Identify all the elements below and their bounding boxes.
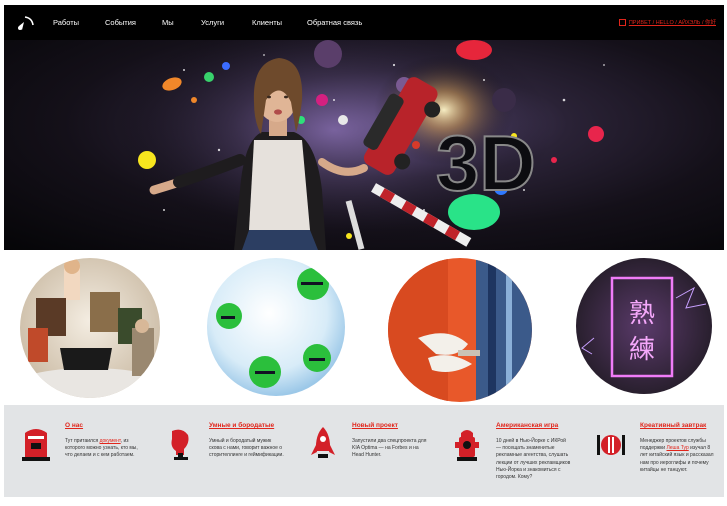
info-title-creative-breakfast[interactable]: Креативный завтрак bbox=[640, 422, 706, 429]
document-link[interactable]: документ bbox=[100, 438, 121, 444]
info-text-about-a: Тут притаился bbox=[65, 438, 100, 444]
lesha-tur-link[interactable]: Леша Тур bbox=[667, 445, 689, 451]
hero-banner[interactable]: 3D bbox=[4, 40, 724, 250]
neon-glyph-2: 練 bbox=[629, 335, 655, 365]
nav-item-services[interactable]: Услуги bbox=[201, 18, 224, 27]
info-col-new-project: Новый проект Запустили два спецпроекта д… bbox=[291, 405, 431, 497]
info-title-new-project[interactable]: Новый проект bbox=[352, 422, 398, 429]
info-section: О нас Тут притаился документ, из которог… bbox=[4, 405, 724, 497]
bubble-illustration bbox=[207, 258, 345, 396]
hero-3d-text: 3D bbox=[436, 119, 536, 207]
info-title-bearded[interactable]: Умные и бородатые bbox=[209, 422, 274, 429]
circle-mythology-collage[interactable] bbox=[20, 258, 160, 398]
info-col-creative-breakfast: Креативный завтрак Менеджер проектов слу… bbox=[579, 405, 719, 497]
info-col-about: О нас Тут притаился документ, из которог… bbox=[4, 405, 144, 497]
hero-illustration: 3D bbox=[114, 40, 605, 250]
info-text-bearded: Умный и бородатый мужик скова с нами, го… bbox=[209, 438, 284, 459]
nav-item-about[interactable]: Мы bbox=[162, 18, 174, 27]
info-text-new-project: Запустили два спецпроекта для KIA Optima… bbox=[352, 438, 427, 459]
info-text-american-game: 10 дней в Нью-Йорке с ИКРой — посещать з… bbox=[496, 438, 571, 481]
top-nav: Работы События Мы Услуги Клиенты Обратна… bbox=[4, 5, 724, 40]
bearded-head-icon bbox=[171, 429, 189, 460]
logo-icon[interactable] bbox=[16, 14, 36, 32]
circle-bubble-buttons[interactable] bbox=[207, 258, 345, 396]
neon-glyph-1: 熟 bbox=[629, 299, 655, 329]
circle-orange-hands[interactable] bbox=[388, 258, 532, 402]
info-title-about[interactable]: О нас bbox=[65, 422, 83, 429]
nav-item-feedback[interactable]: Обратная связь bbox=[307, 18, 362, 27]
nav-item-works[interactable]: Работы bbox=[53, 18, 79, 27]
language-icon bbox=[618, 19, 626, 27]
mailbox-icon bbox=[22, 429, 50, 461]
nav-item-events[interactable]: События bbox=[105, 18, 136, 27]
info-text-about: Тут притаился документ, из которого можн… bbox=[65, 438, 141, 460]
plate-cutlery-icon bbox=[597, 435, 625, 455]
language-links-text[interactable]: ПРИВЕТ / HELLO / АЙХЭЛЬ / 你好 bbox=[629, 20, 716, 26]
nav-item-clients[interactable]: Клиенты bbox=[252, 18, 282, 27]
info-title-american-game[interactable]: Американская игра bbox=[496, 422, 558, 429]
circle-neon-sign[interactable]: 熟 練 bbox=[576, 258, 712, 394]
info-text-creative-breakfast: Менеджер проектов службы поддержки Леша … bbox=[640, 438, 716, 474]
language-links[interactable]: ПРИВЕТ / HELLO / АЙХЭЛЬ / 你好 bbox=[618, 18, 716, 27]
orange-hands-illustration bbox=[388, 258, 532, 402]
neon-sign-illustration: 熟 練 bbox=[576, 258, 712, 394]
info-col-american-game: Американская игра 10 дней в Нью-Йорке с … bbox=[435, 405, 575, 497]
rocket-icon bbox=[311, 427, 335, 458]
mythology-illustration bbox=[20, 258, 160, 398]
fire-hydrant-icon bbox=[455, 430, 479, 461]
info-col-bearded: Умные и бородатые Умный и бородатый мужи… bbox=[148, 405, 288, 497]
